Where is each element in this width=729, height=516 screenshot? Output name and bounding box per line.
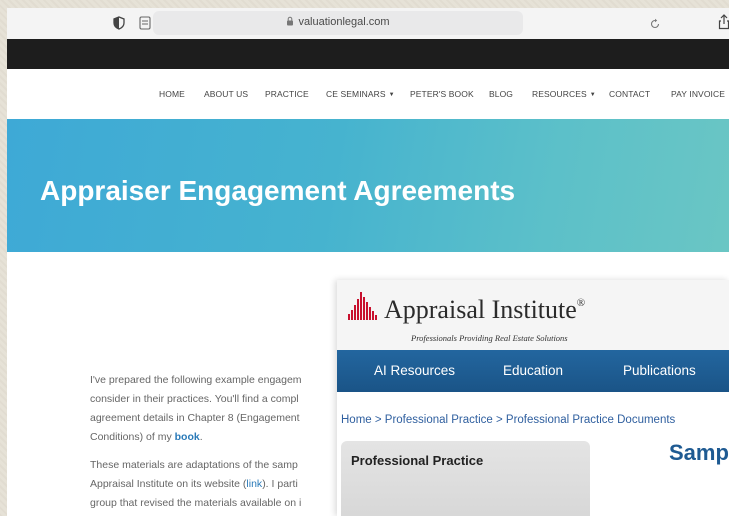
paragraph-line: Appraisal Institute on its website (link… xyxy=(90,478,298,490)
reload-icon[interactable] xyxy=(649,17,661,35)
reader-view-icon[interactable] xyxy=(138,15,154,31)
nav-ce-seminars-label: CE SEMINARS xyxy=(326,89,386,99)
ai-tagline: Professionals Providing Real Estate Solu… xyxy=(411,333,568,343)
address-bar[interactable]: valuationlegal.com xyxy=(153,11,660,35)
nav-home[interactable]: HOME xyxy=(159,89,185,99)
book-link[interactable]: book xyxy=(175,431,200,443)
ai-nav-publications[interactable]: Publications xyxy=(623,363,696,378)
page-title: Appraiser Engagement Agreements xyxy=(40,175,516,206)
website-link[interactable]: link xyxy=(246,478,262,490)
ai-nav-resources[interactable]: AI Resources xyxy=(374,363,455,378)
hero-banner: Appraiser Engagement Agreements xyxy=(7,119,729,252)
caret-down-icon: ▼ xyxy=(388,92,395,98)
paragraph-line: agreement details in Chapter 8 (Engageme… xyxy=(90,412,300,424)
nav-practice[interactable]: PRACTICE xyxy=(265,89,309,99)
ai-header: Appraisal Institute® Professionals Provi… xyxy=(337,280,729,350)
appraisal-institute-screenshot: Appraisal Institute® Professionals Provi… xyxy=(337,280,729,516)
nav-ce-seminars[interactable]: CE SEMINARS ▼ xyxy=(326,89,395,99)
site-top-bar xyxy=(7,39,729,69)
nav-contact[interactable]: CONTACT xyxy=(609,89,650,99)
nav-blog[interactable]: BLOG xyxy=(489,89,513,99)
nav-resources[interactable]: RESOURCES ▼ xyxy=(532,89,596,99)
browser-toolbar: valuationlegal.com xyxy=(7,8,729,39)
side-panel: Professional Practice xyxy=(341,441,590,516)
nav-peters-book[interactable]: PETER'S BOOK xyxy=(410,89,474,99)
shield-icon[interactable] xyxy=(111,15,127,31)
paragraph-line: I've prepared the following example enga… xyxy=(90,374,302,386)
browser-window: valuationlegal.com HOME ABOUT US PRACTIC… xyxy=(7,8,729,516)
section-heading: Samp xyxy=(669,440,729,465)
paragraph-line: Conditions) of my book. xyxy=(90,431,203,443)
share-icon[interactable] xyxy=(718,14,729,35)
site-nav: HOME ABOUT US PRACTICE CE SEMINARS ▼ PETE… xyxy=(7,69,729,119)
breadcrumb[interactable]: Home > Professional Practice > Professio… xyxy=(341,414,675,426)
side-panel-title: Professional Practice xyxy=(351,453,484,468)
ai-nav-education[interactable]: Education xyxy=(503,363,563,378)
registered-mark: ® xyxy=(576,297,586,309)
nav-pay-invoice[interactable]: PAY INVOICE xyxy=(671,89,725,99)
url-text: valuationlegal.com xyxy=(298,16,390,28)
nav-resources-label: RESOURCES xyxy=(532,89,587,99)
paragraph-line: group that revised the materials availab… xyxy=(90,497,302,509)
appraisal-institute-logo-icon xyxy=(348,292,377,320)
nav-about-us[interactable]: ABOUT US xyxy=(204,89,248,99)
ai-nav: AI Resources Education Publications xyxy=(337,350,729,392)
paragraph-line: These materials are adaptations of the s… xyxy=(90,459,298,471)
lock-icon xyxy=(286,16,294,29)
paragraph-line: consider in their practices. You'll find… xyxy=(90,393,299,405)
ai-logo-text[interactable]: Appraisal Institute® xyxy=(384,295,585,325)
caret-down-icon: ▼ xyxy=(589,92,596,98)
